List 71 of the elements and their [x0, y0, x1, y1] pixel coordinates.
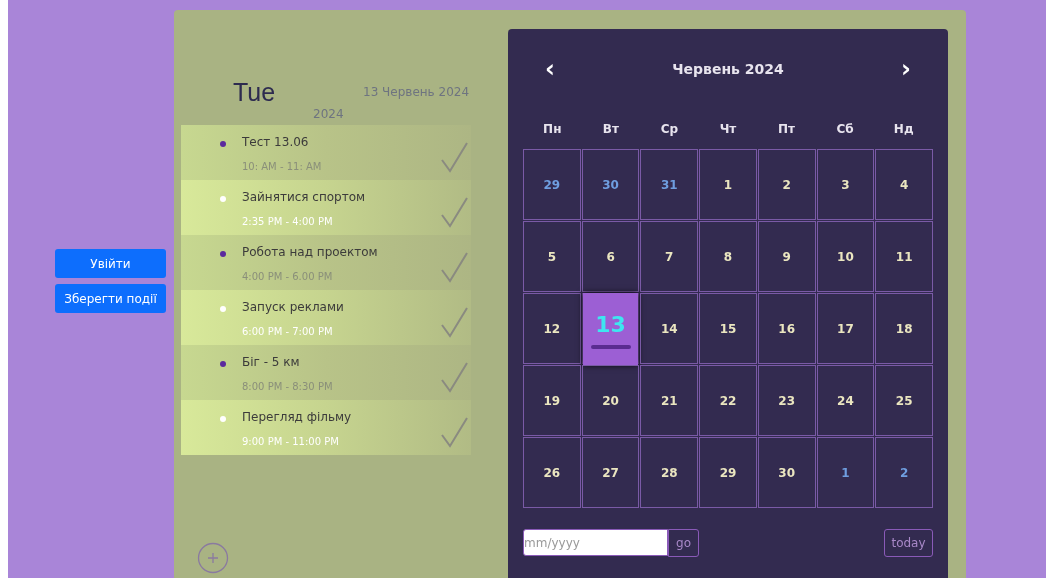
date-label: 13 Червень 2024 [363, 84, 470, 101]
event-title: Перегляд фільму [242, 409, 353, 426]
day-cell[interactable]: 10 [817, 222, 874, 291]
day-cell[interactable]: 16 [758, 294, 815, 363]
check-icon[interactable] [439, 416, 469, 448]
check-icon[interactable] [439, 251, 469, 283]
check-icon[interactable] [439, 141, 469, 173]
event-title: Робота над проектом [242, 244, 379, 261]
weekday-label: Пн [542, 121, 563, 138]
weekday-label: Пт [777, 121, 797, 138]
day-cell[interactable]: 25 [876, 366, 932, 435]
event-title: Запуск реклами [242, 299, 345, 316]
day-cell[interactable]: 22 [700, 366, 756, 435]
day-cell[interactable]: 31 [641, 150, 698, 219]
day-cell[interactable]: 2 [758, 150, 815, 219]
day-cell[interactable]: 8 [700, 222, 756, 291]
day-cell[interactable]: 14 [641, 294, 698, 363]
check-icon[interactable] [439, 306, 469, 338]
day-cell[interactable]: 2 [876, 438, 932, 507]
day-cell[interactable]: 20 [582, 366, 639, 435]
day-cell[interactable]: 15 [700, 294, 756, 363]
day-cell[interactable]: 19 [524, 366, 580, 435]
day-cell[interactable]: 24 [817, 366, 874, 435]
month-title: Червень 2024 [672, 59, 784, 79]
event-time: 6:00 PM - 7:00 PM [242, 325, 334, 339]
event-row[interactable]: Зайнятися спортом 2:35 PM - 4:00 PM [181, 180, 471, 235]
day-cell[interactable]: 29 [524, 150, 580, 219]
weekday-label: Вт [601, 121, 620, 138]
day-cell[interactable]: 28 [641, 438, 698, 507]
month-input-field[interactable]: mm/yyyy [523, 529, 668, 556]
day-cell[interactable]: 9 [758, 222, 815, 291]
day-cell[interactable]: 1 [700, 150, 756, 219]
weekday-label: Ср [659, 121, 680, 138]
go-button[interactable]: go [668, 529, 699, 557]
prev-month-button[interactable]: ‹ [545, 51, 555, 87]
event-title: Тест 13.06 [242, 134, 310, 151]
day-cell[interactable]: 30 [758, 438, 815, 507]
event-title: Біг - 5 км [242, 354, 301, 371]
day-cell[interactable]: 12 [524, 294, 580, 363]
next-month-button[interactable]: › [901, 51, 911, 87]
weekday-title: Tue [233, 77, 276, 108]
event-row[interactable]: Перегляд фільму 9:00 PM - 11:00 PM [181, 400, 471, 455]
event-title: Зайнятися спортом [242, 189, 367, 206]
year-label: 2024 [313, 106, 344, 123]
auth-button[interactable]: Увійти [55, 249, 166, 278]
day-cell[interactable]: 6 [582, 222, 639, 291]
day-cell[interactable]: 5 [524, 222, 580, 291]
day-cell[interactable]: 17 [817, 294, 874, 363]
today-button[interactable]: today [884, 529, 933, 557]
day-cell[interactable]: 11 [876, 222, 932, 291]
day-cell[interactable]: 18 [876, 294, 932, 363]
day-cell[interactable]: 29 [700, 438, 756, 507]
day-cell[interactable]: 26 [524, 438, 580, 507]
check-icon[interactable] [439, 361, 469, 393]
auth-button[interactable]: Зберегти події [55, 284, 166, 313]
day-cell[interactable]: 7 [641, 222, 698, 291]
day-cell[interactable]: 30 [582, 150, 639, 219]
day-cell[interactable]: 21 [641, 366, 698, 435]
day-cell[interactable]: 27 [582, 438, 639, 507]
day-cell[interactable]: 3 [817, 150, 874, 219]
weekday-label: Чт [718, 121, 738, 138]
weekday-label: Сб [835, 121, 855, 138]
event-time: 2:35 PM - 4:00 PM [242, 215, 334, 229]
add-icon[interactable] [197, 542, 229, 574]
day-cell[interactable]: 4 [876, 150, 932, 219]
day-cell[interactable]: 1 [817, 438, 874, 507]
day-cell[interactable]: 23 [758, 366, 815, 435]
check-icon[interactable] [439, 196, 469, 228]
event-row[interactable]: Запуск реклами 6:00 PM - 7:00 PM [181, 290, 471, 345]
event-time: 9:00 PM - 11:00 PM [242, 435, 340, 449]
weekday-label: Нд [892, 121, 915, 138]
